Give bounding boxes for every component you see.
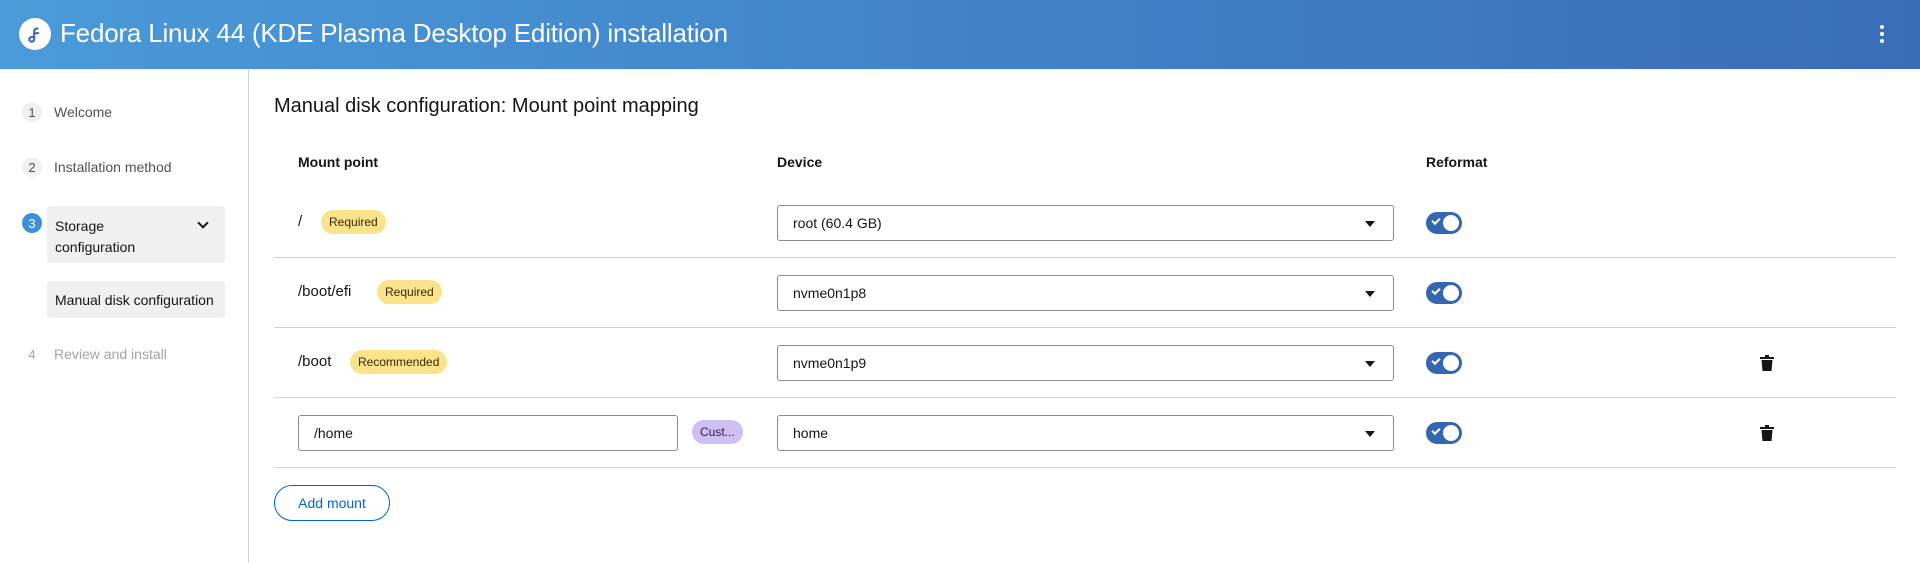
mount-point-text: /boot/efi: [298, 283, 352, 300]
main-content: Manual disk configuration: Mount point m…: [250, 69, 1920, 563]
device-select-value: root (60.4 GB): [793, 215, 882, 231]
mount-point-input[interactable]: /home: [298, 415, 678, 451]
sidebar-item-manual-disk-configuration[interactable]: Manual disk configuration: [47, 281, 225, 318]
reformat-toggle[interactable]: [1426, 212, 1462, 234]
table-row: / Required root (60.4 GB): [274, 188, 1896, 258]
sidebar-item-welcome[interactable]: 1 Welcome: [22, 102, 112, 122]
trash-icon[interactable]: [1760, 355, 1774, 371]
reformat-toggle[interactable]: [1426, 282, 1462, 304]
device-select[interactable]: home: [777, 415, 1394, 451]
sidebar-step-storage: 3: [22, 213, 42, 233]
device-select[interactable]: nvme0n1p9: [777, 345, 1394, 381]
mount-point-text: /: [298, 213, 303, 230]
status-badge: Required: [321, 210, 386, 234]
add-mount-button[interactable]: Add mount: [274, 485, 390, 521]
sidebar-item-label: Storage configuration: [55, 218, 136, 255]
toggle-knob: [1443, 215, 1459, 231]
column-header-reformat: Reformat: [1426, 154, 1488, 170]
device-select-value: nvme0n1p9: [793, 355, 867, 371]
status-badge: Cust...: [692, 420, 743, 444]
device-select-value: nvme0n1p8: [793, 285, 867, 301]
sidebar-item-label: Welcome: [54, 104, 113, 120]
check-icon: [1431, 425, 1441, 436]
app-title: Fedora Linux 44 (KDE Plasma Desktop Edit…: [60, 18, 728, 48]
toggle-knob: [1443, 285, 1459, 301]
caret-down-icon: [1365, 291, 1375, 297]
device-select[interactable]: root (60.4 GB): [777, 205, 1394, 241]
table-row: /boot/efi Required nvme0n1p8: [274, 258, 1896, 328]
table-row: /home Cust... home: [274, 398, 1896, 468]
caret-down-icon: [1365, 221, 1375, 227]
page-title: Manual disk configuration: Mount point m…: [274, 95, 699, 117]
kebab-menu-icon[interactable]: [1878, 25, 1886, 43]
sidebar-item-label: Installation method: [54, 159, 172, 175]
app-header: Fedora Linux 44 (KDE Plasma Desktop Edit…: [0, 0, 1920, 69]
sidebar: 1 Welcome 2 Installation method 3 Storag…: [0, 69, 249, 563]
step-number: 4: [28, 346, 36, 362]
trash-icon[interactable]: [1760, 425, 1774, 441]
mount-point-text: /boot: [298, 353, 332, 370]
reformat-toggle[interactable]: [1426, 352, 1462, 374]
toggle-knob: [1443, 355, 1459, 371]
check-icon: [1431, 215, 1441, 226]
sidebar-item-label: Review and install: [54, 346, 167, 362]
status-badge: Recommended: [350, 350, 448, 374]
chevron-down-icon: [197, 217, 209, 229]
caret-down-icon: [1365, 431, 1375, 437]
step-number: 3: [22, 213, 42, 233]
caret-down-icon: [1365, 361, 1375, 367]
table-row: /boot Recommended nvme0n1p9: [274, 328, 1896, 398]
device-select[interactable]: nvme0n1p8: [777, 275, 1394, 311]
column-header-mount-point: Mount point: [298, 154, 379, 170]
check-icon: [1431, 355, 1441, 366]
step-number: 2: [22, 157, 42, 177]
fedora-logo-icon: [19, 18, 51, 50]
check-icon: [1431, 285, 1441, 296]
status-badge: Required: [377, 280, 442, 304]
sidebar-item-storage-configuration[interactable]: Storage configuration: [47, 206, 225, 263]
column-header-device: Device: [777, 154, 823, 170]
sidebar-item-installation-method[interactable]: 2 Installation method: [22, 157, 172, 177]
reformat-toggle[interactable]: [1426, 422, 1462, 444]
step-number: 1: [22, 102, 42, 122]
sidebar-item-review-install[interactable]: 4 Review and install: [22, 344, 167, 364]
device-select-value: home: [793, 425, 829, 441]
toggle-knob: [1443, 425, 1459, 441]
